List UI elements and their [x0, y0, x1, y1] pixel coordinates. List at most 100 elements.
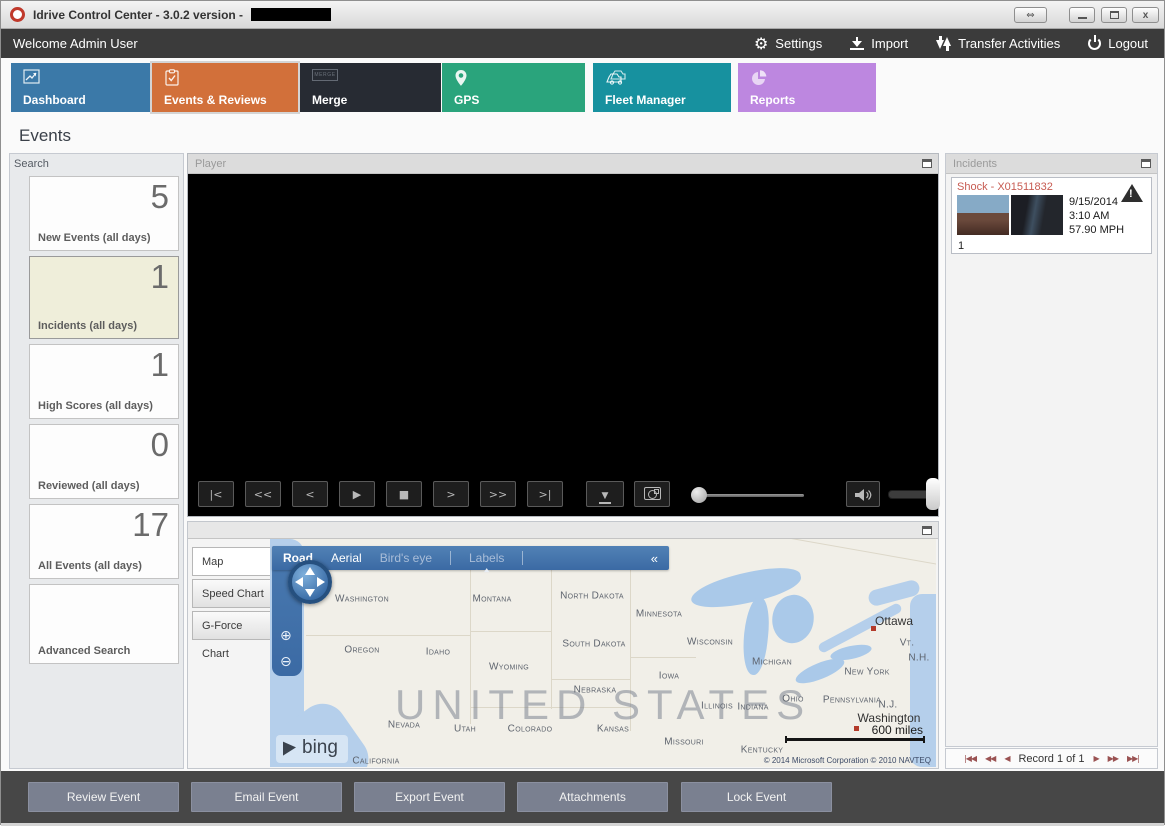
pie-chart-icon [750, 69, 768, 87]
camera-icon [643, 487, 661, 500]
logout-button[interactable]: Logout [1088, 36, 1148, 51]
map-state-label: Washington [335, 593, 389, 605]
tab-reports[interactable]: Reports [738, 63, 876, 112]
review-event-button[interactable]: Review Event [28, 782, 179, 812]
map-style-birdseye[interactable]: Bird's eye [380, 551, 432, 565]
prev-page-button[interactable]: ◀◀ [985, 754, 996, 763]
tab-merge-label: Merge [312, 93, 348, 107]
clipboard-check-icon [164, 69, 180, 86]
tab-merge[interactable]: MERGE Merge [300, 63, 441, 112]
card-label: Advanced Search [38, 645, 131, 657]
card-high-scores[interactable]: 1 High Scores (all days) [29, 344, 179, 419]
prev-record-button[interactable]: ◀ [1004, 754, 1010, 763]
seek-thumb[interactable] [691, 487, 707, 503]
pan-east-icon[interactable] [317, 577, 325, 587]
mute-button[interactable] [846, 481, 880, 507]
play-button[interactable]: ▶ [339, 481, 375, 507]
download-button[interactable]: ▼ [586, 481, 624, 507]
card-reviewed[interactable]: 0 Reviewed (all days) [29, 424, 179, 499]
bing-logo-text: bing [302, 737, 338, 758]
bing-badge: bing [276, 735, 348, 763]
card-label: New Events (all days) [38, 232, 151, 244]
import-button[interactable]: Import [850, 36, 908, 51]
zoom-out-icon[interactable]: ⊖ [280, 654, 292, 670]
card-count: 1 [150, 346, 169, 383]
map-pan-compass[interactable] [288, 560, 332, 604]
card-all-events[interactable]: 17 All Events (all days) [29, 504, 179, 579]
lock-event-button[interactable]: Lock Event [681, 782, 832, 812]
tab-map[interactable]: Map [192, 547, 272, 576]
card-incidents[interactable]: 1 Incidents (all days) [29, 256, 179, 339]
snapshot-button[interactable] [634, 481, 670, 507]
maximize-button[interactable] [1101, 7, 1127, 23]
incident-thumbnail-cabin[interactable] [1011, 195, 1063, 235]
volume-slider[interactable] [888, 478, 940, 510]
tab-gforce-chart[interactable]: G-Force Chart [192, 611, 272, 660]
resize-button[interactable]: ⇔ [1014, 7, 1047, 23]
expand-panel-icon[interactable] [922, 525, 932, 535]
minimize-button[interactable] [1069, 7, 1095, 23]
state-border [630, 657, 696, 658]
tab-dashboard[interactable]: Dashboard [11, 63, 151, 112]
map-canvas[interactable]: UNITED STATES ⊕ ⊖ Road Aerial Bird's eye… [270, 539, 936, 767]
tab-fleet-manager[interactable]: Fleet Manager [593, 63, 731, 112]
incident-thumbnail-road[interactable] [957, 195, 1009, 235]
tab-speed-chart[interactable]: Speed Chart [192, 579, 272, 608]
state-border [306, 635, 470, 636]
tab-gps[interactable]: GPS [442, 63, 585, 112]
first-record-button[interactable]: |◀◀ [964, 754, 977, 763]
map-style-aerial[interactable]: Aerial [331, 551, 362, 565]
card-new-events[interactable]: 5 New Events (all days) [29, 176, 179, 251]
card-advanced-search[interactable]: Advanced Search [29, 584, 179, 664]
rewind-button[interactable]: << [245, 481, 281, 507]
record-navigator: |◀◀ ◀◀ ◀ Record 1 of 1 ▶ ▶▶ ▶▶| [945, 748, 1158, 769]
card-label: All Events (all days) [38, 560, 142, 572]
tab-events-reviews[interactable]: Events & Reviews [150, 61, 300, 114]
transfer-activities-label: Transfer Activities [958, 36, 1061, 51]
step-forward-button[interactable]: > [433, 481, 469, 507]
step-back-button[interactable]: < [292, 481, 328, 507]
map-state-label: New York [844, 666, 890, 678]
stop-button[interactable]: ■ [386, 481, 422, 507]
pan-south-icon[interactable] [305, 589, 315, 597]
tab-reports-label: Reports [750, 93, 796, 107]
settings-button[interactable]: ⚙ Settings [754, 35, 822, 52]
volume-thumb[interactable] [926, 478, 940, 510]
power-icon [1088, 37, 1102, 50]
map-panel: Map Speed Chart G-Force Chart UNITED STA… [187, 521, 939, 769]
seek-slider[interactable] [691, 486, 804, 504]
next-page-button[interactable]: ▶▶ [1108, 754, 1119, 763]
export-event-button[interactable]: Export Event [354, 782, 505, 812]
card-count: 17 [132, 506, 169, 543]
incidents-title: Incidents [953, 157, 998, 170]
last-record-button[interactable]: ▶▶| [1127, 754, 1140, 763]
search-panel-title: Search [14, 158, 49, 170]
fast-forward-button[interactable]: >> [480, 481, 516, 507]
pan-west-icon[interactable] [295, 577, 303, 587]
map-panel-header [188, 522, 938, 539]
next-record-button[interactable]: ▶ [1094, 754, 1100, 763]
map-state-label: South Dakota [562, 638, 626, 650]
pan-north-icon[interactable] [305, 567, 315, 575]
card-count: 1 [150, 258, 169, 295]
email-event-button[interactable]: Email Event [191, 782, 342, 812]
incident-list-item[interactable]: Shock - X01511832 9/15/2014 3:10 AM 57.9… [951, 177, 1152, 254]
skip-end-button[interactable]: >| [527, 481, 563, 507]
skip-start-button[interactable]: |< [198, 481, 234, 507]
attachments-button[interactable]: Attachments [517, 782, 668, 812]
map-state-label: Nevada [387, 719, 421, 731]
tab-fleet-manager-label: Fleet Manager [605, 93, 686, 107]
map-style-labels[interactable]: Labels [469, 551, 504, 565]
player-controls: |< << < ▶ ■ > >> >| ▼ [188, 478, 940, 510]
expand-panel-icon[interactable] [922, 159, 932, 168]
close-button[interactable]: x [1132, 7, 1159, 23]
zoom-in-icon[interactable]: ⊕ [280, 628, 292, 644]
map-copyright: © 2014 Microsoft Corporation © 2010 NAVT… [763, 756, 931, 765]
map-state-label: Colorado [507, 723, 553, 735]
collapse-bar-icon[interactable]: « [651, 551, 658, 566]
expand-panel-icon[interactable] [1141, 159, 1151, 168]
transfer-activities-button[interactable]: Transfer Activities [936, 36, 1060, 51]
video-area[interactable] [188, 174, 938, 516]
lake-huron [768, 592, 818, 646]
state-border [470, 631, 552, 632]
